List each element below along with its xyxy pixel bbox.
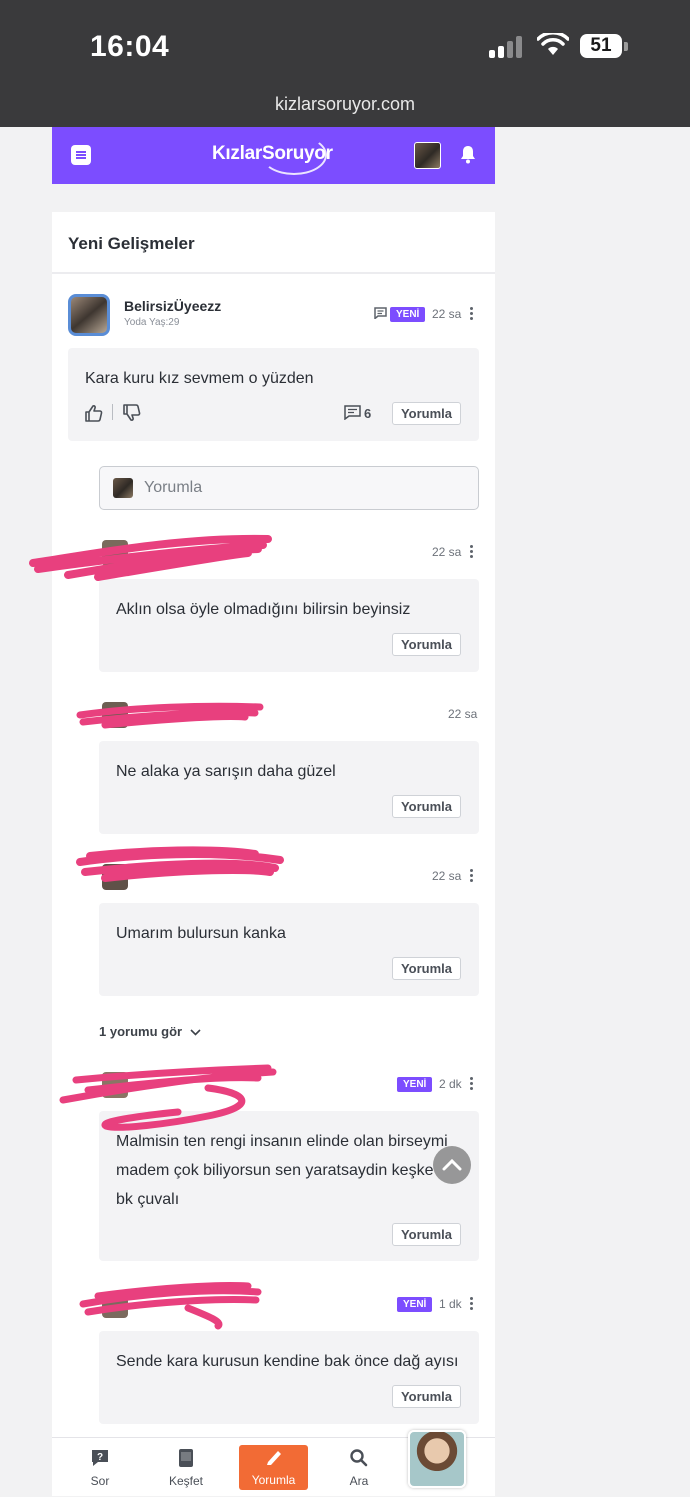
comment-input[interactable] <box>144 477 444 499</box>
search-icon <box>350 1449 368 1467</box>
site-header: KızlarSoruyor <box>52 127 495 184</box>
address-bar-url[interactable]: kizlarsoruyor.com <box>0 94 690 115</box>
comment-input-box[interactable] <box>99 466 479 510</box>
user-avatar[interactable] <box>414 142 441 169</box>
see-more-replies-link[interactable]: 1 yorumu gör <box>99 1024 201 1039</box>
reply-button[interactable]: Yorumla <box>392 1223 461 1246</box>
nav-kesfet[interactable]: Keşfet <box>152 1438 220 1497</box>
profile-avatar[interactable] <box>408 1430 466 1488</box>
reply-button[interactable]: Yorumla <box>392 795 461 818</box>
status-time: 16:04 <box>90 30 170 63</box>
post-author-name[interactable]: BelirsizÜyeezz <box>124 298 221 314</box>
comment-time: 22 sa <box>432 545 462 559</box>
post-bubble: Kara kuru kız sevmem o yüzden 6 Yorumla <box>68 348 479 441</box>
more-options-icon[interactable] <box>470 307 473 322</box>
battery-cap <box>624 42 628 51</box>
reply-button[interactable]: Yorumla <box>392 957 461 980</box>
nav-sor[interactable]: ? Sor <box>66 1438 134 1497</box>
comment-avatar[interactable] <box>102 864 128 890</box>
comment-count-icon <box>344 405 361 420</box>
nav-label: Ara <box>349 1474 369 1488</box>
comment-avatar[interactable] <box>102 1072 128 1098</box>
comment-text-line: bk çuvalı <box>116 1191 180 1208</box>
post-text: Kara kuru kız sevmem o yüzden <box>85 370 314 387</box>
thumbs-up-icon[interactable] <box>84 404 103 422</box>
comment-bubble: Sende kara kurusun kendine bak önce dağ … <box>99 1331 479 1424</box>
comment-time: 22 sa <box>448 707 478 721</box>
comment-text: Sende kara kurusun kendine bak önce dağ … <box>116 1353 459 1370</box>
more-options-icon[interactable] <box>470 545 473 560</box>
wifi-icon <box>537 33 569 55</box>
nav-label: Yorumla <box>251 1473 296 1487</box>
more-options-icon[interactable] <box>470 1077 473 1092</box>
post-time: 22 sa <box>432 307 462 321</box>
comment-text: Aklın olsa öyle olmadığını bilirsin beyi… <box>116 601 411 618</box>
new-badge: YENİ <box>397 1297 433 1312</box>
comment-avatar[interactable] <box>102 702 128 728</box>
pencil-icon <box>266 1451 281 1465</box>
cellular-signal-icon <box>489 36 525 58</box>
new-badge: YENİ <box>397 1077 433 1092</box>
more-options-icon[interactable] <box>470 869 473 884</box>
status-bar: 16:04 51 kizlarsoruyor.com <box>0 0 690 127</box>
comment-bubble: Umarım bulursun kanka Yorumla <box>99 903 479 996</box>
see-more-label: 1 yorumu gör <box>99 1024 183 1039</box>
nav-yorumla[interactable]: Yorumla <box>239 1445 308 1490</box>
comment-text-line: madem çok biliyorsun sen yaratsaydin keş… <box>116 1162 434 1179</box>
comment-bubble: Malmisin ten rengi insanın elinde olan b… <box>99 1111 479 1261</box>
nav-label: Keşfet <box>168 1474 204 1488</box>
question-icon: ? <box>92 1450 108 1466</box>
comment-bubble: Ne alaka ya sarışın daha güzel Yorumla <box>99 741 479 834</box>
feed-panel: Yeni Gelişmeler BelirsizÜyeezz Yoda Yaş:… <box>52 212 495 1496</box>
thumbs-down-icon[interactable] <box>122 404 141 422</box>
comment-time: 22 sa <box>432 869 462 883</box>
comment-time: 1 dk <box>439 1297 462 1311</box>
scroll-to-top-button[interactable] <box>433 1146 471 1184</box>
comment-count: 6 <box>364 406 372 421</box>
comment-text: Umarım bulursun kanka <box>116 925 286 942</box>
post-author-avatar[interactable] <box>68 294 110 336</box>
more-options-icon[interactable] <box>470 1297 473 1312</box>
svg-text:?: ? <box>97 1452 103 1463</box>
comment-text-line: Malmisin ten rengi insanın elinde olan b… <box>116 1133 448 1150</box>
battery-indicator: 51 <box>580 34 622 58</box>
new-badge: YENİ <box>390 307 426 322</box>
menu-icon[interactable] <box>71 145 91 165</box>
comment-avatar[interactable] <box>102 1292 128 1318</box>
reply-button[interactable]: Yorumla <box>392 402 461 425</box>
user-mini-avatar <box>113 478 133 498</box>
chevron-down-icon <box>190 1029 201 1036</box>
comment-bubble: Aklın olsa öyle olmadığını bilirsin beyi… <box>99 579 479 672</box>
comment-avatar[interactable] <box>102 540 128 566</box>
site-logo[interactable]: KızlarSoruyor <box>212 143 333 165</box>
reply-button[interactable]: Yorumla <box>392 633 461 656</box>
comment-time: 2 dk <box>439 1077 462 1091</box>
chevron-up-icon <box>442 1158 462 1171</box>
nav-label: Sor <box>90 1474 110 1488</box>
nav-ara[interactable]: Ara <box>325 1438 393 1497</box>
panel-title: Yeni Gelişmeler <box>52 212 495 274</box>
post-author-subtitle: Yoda Yaş:29 <box>124 317 180 328</box>
reply-button[interactable]: Yorumla <box>392 1385 461 1408</box>
vote-divider <box>112 404 113 420</box>
chat-icon <box>374 307 387 319</box>
bell-icon[interactable] <box>460 145 476 164</box>
comment-text: Ne alaka ya sarışın daha güzel <box>116 763 336 780</box>
discover-icon <box>179 1449 193 1467</box>
